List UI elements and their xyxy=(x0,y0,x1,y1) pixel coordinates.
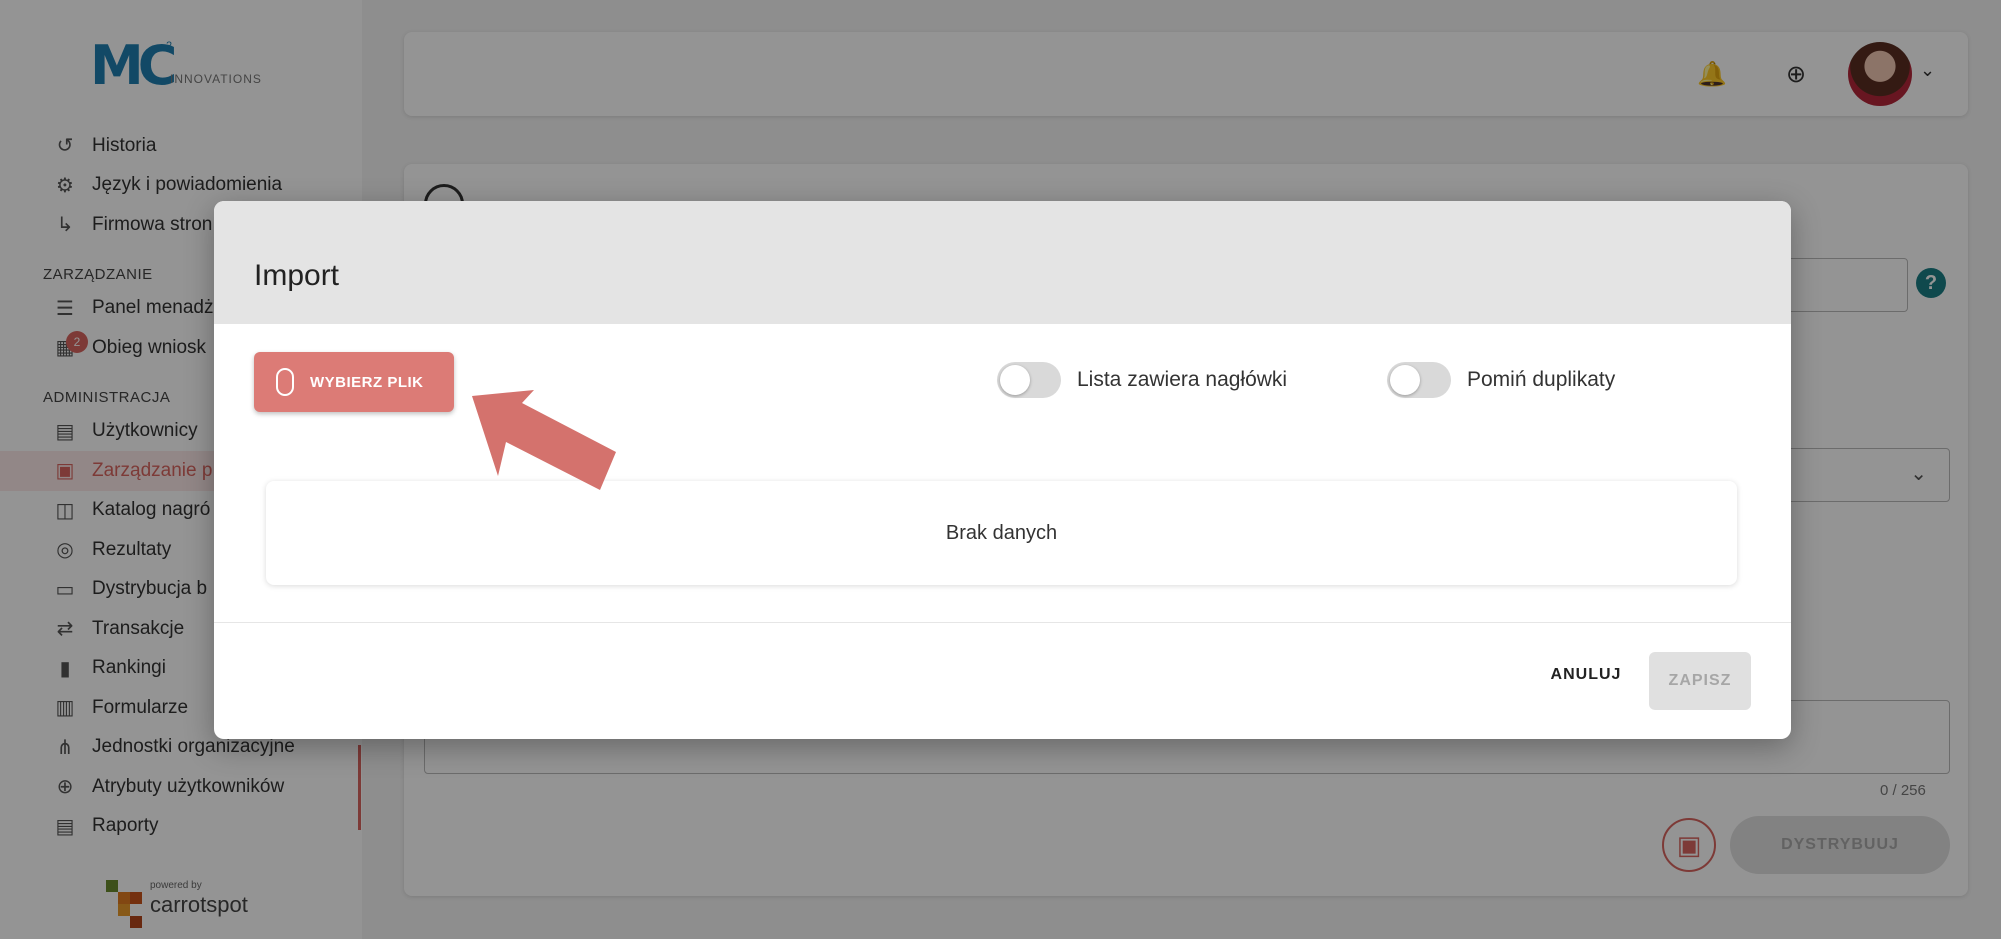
save-button[interactable]: ZAPISZ xyxy=(1649,652,1751,710)
headers-toggle[interactable]: Lista zawiera nagłówki xyxy=(997,362,1287,398)
import-dialog: Import WYBIERZ PLIK Lista zawiera nagłów… xyxy=(214,201,1791,739)
cancel-button[interactable]: ANULUJ xyxy=(1541,645,1631,705)
import-preview-table: Brak danych xyxy=(266,481,1737,585)
headers-switch[interactable] xyxy=(997,362,1061,398)
duplicates-toggle[interactable]: Pomiń duplikaty xyxy=(1387,362,1615,398)
duplicates-switch[interactable] xyxy=(1387,362,1451,398)
dialog-header: Import xyxy=(214,201,1791,324)
dialog-title: Import xyxy=(254,259,340,292)
paperclip-icon xyxy=(276,368,294,396)
empty-state-text: Brak danych xyxy=(945,521,1058,544)
headers-toggle-label: Lista zawiera nagłówki xyxy=(1077,368,1288,391)
duplicates-toggle-label: Pomiń duplikaty xyxy=(1467,368,1616,391)
choose-file-button[interactable]: WYBIERZ PLIK xyxy=(254,352,454,412)
choose-file-label: WYBIERZ PLIK xyxy=(310,373,424,391)
